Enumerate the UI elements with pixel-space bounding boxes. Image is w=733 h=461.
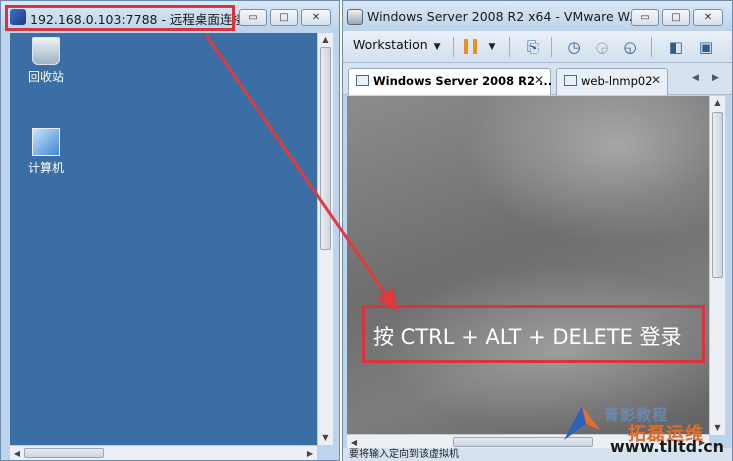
scroll-left-icon[interactable]: ◀: [347, 435, 361, 449]
computer-icon: [32, 128, 60, 156]
vmware-toolbar: Workstation ▼ ▼ ⎘ ◷ ◶ ◵ ◧ ▣: [343, 31, 732, 63]
close-icon: ✕: [311, 11, 321, 23]
recycle-bin-icon: [32, 37, 60, 65]
scroll-down-icon[interactable]: ▼: [710, 421, 725, 435]
watermark-url: www.tlltd.cn: [610, 437, 725, 456]
minimize-button[interactable]: ▭: [631, 9, 659, 26]
workstation-label: Workstation: [353, 37, 428, 52]
sidebar-toggle-icon[interactable]: ◧: [667, 38, 685, 56]
scroll-right-icon[interactable]: ▶: [303, 446, 317, 460]
scroll-thumb[interactable]: [712, 112, 723, 278]
vmware-app-icon: [347, 9, 363, 25]
maximize-button[interactable]: □: [662, 9, 690, 26]
chevron-down-icon: ▼: [433, 42, 441, 52]
remote-desktop-area[interactable]: 回收站 计算机: [10, 33, 317, 445]
remote-vertical-scrollbar[interactable]: ▲ ▼: [317, 33, 333, 445]
send-ctrl-alt-del-icon[interactable]: ⎘: [524, 38, 542, 56]
tab-scroll-right-icon[interactable]: ▶: [712, 73, 719, 83]
scroll-thumb[interactable]: [24, 448, 104, 458]
tab-web-lnmp02[interactable]: web-lnmp02 ✕: [556, 68, 668, 95]
minimize-icon: ▭: [248, 11, 258, 23]
login-prompt-text: 按 CTRL + ALT + DELETE 登录: [373, 325, 682, 349]
desktop-icon-computer[interactable]: 计算机: [16, 128, 76, 176]
vmware-titlebar[interactable]: Windows Server 2008 R2 x64 - VMware W...…: [343, 1, 732, 31]
chevron-down-icon[interactable]: ▼: [483, 38, 501, 56]
close-icon: ✕: [703, 11, 713, 23]
vm-vertical-scrollbar[interactable]: ▲ ▼: [709, 96, 725, 435]
close-button[interactable]: ✕: [693, 9, 723, 26]
fullscreen-icon[interactable]: ▣: [697, 38, 715, 56]
toolbar-divider: [453, 37, 454, 57]
watermark-logo: [564, 406, 600, 440]
vmware-window-controls: ▭ □ ✕: [631, 9, 723, 26]
maximize-icon: □: [671, 11, 681, 23]
title-highlight-box: [5, 5, 235, 31]
snapshot-manager-icon[interactable]: ◵: [621, 38, 639, 56]
vm-tab-icon: [564, 75, 577, 86]
scroll-up-icon[interactable]: ▲: [710, 96, 725, 110]
snapshot-icon[interactable]: ◷: [565, 38, 583, 56]
scroll-up-icon[interactable]: ▲: [318, 33, 333, 47]
close-button[interactable]: ✕: [301, 9, 331, 26]
screen: 192.168.0.103:7788 - 远程桌面连接 ▭ □ ✕ 回收站 计算…: [0, 0, 733, 461]
minimize-icon: ▭: [640, 11, 650, 23]
desktop-icon-label: 回收站: [27, 70, 64, 84]
tab-label: Windows Server 2008 R2 ...: [373, 74, 553, 88]
desktop-icon-label: 计算机: [27, 161, 64, 175]
close-tab-icon[interactable]: ✕: [534, 73, 544, 87]
scroll-down-icon[interactable]: ▼: [318, 431, 333, 445]
maximize-icon: □: [279, 11, 289, 23]
vmware-title: Windows Server 2008 R2 x64 - VMware W...: [367, 9, 641, 24]
vmware-window: Windows Server 2008 R2 x64 - VMware W...…: [342, 0, 733, 461]
remote-horizontal-scrollbar[interactable]: ◀ ▶: [10, 445, 317, 460]
vm-tab-icon: [356, 75, 369, 86]
workstation-menu-button[interactable]: Workstation ▼: [353, 37, 441, 52]
tab-windows-server[interactable]: Windows Server 2008 R2 ... ✕: [348, 68, 553, 95]
maximize-button[interactable]: □: [270, 9, 298, 26]
minimize-button[interactable]: ▭: [239, 9, 267, 26]
desktop-icon-recycle-bin[interactable]: 回收站: [16, 37, 76, 85]
scroll-left-icon[interactable]: ◀: [10, 446, 24, 460]
status-text: 要将输入定向到该虚拟机: [349, 449, 459, 460]
vm-tab-bar: Windows Server 2008 R2 ... ✕ web-lnmp02 …: [343, 63, 732, 95]
vm-console-screen[interactable]: 按 CTRL + ALT + DELETE 登录: [347, 96, 709, 435]
close-tab-icon[interactable]: ✕: [651, 73, 661, 87]
pause-icon[interactable]: [464, 39, 477, 54]
login-prompt-highlight: 按 CTRL + ALT + DELETE 登录: [362, 305, 705, 363]
remote-desktop-window: 192.168.0.103:7788 - 远程桌面连接 ▭ □ ✕ 回收站 计算…: [0, 0, 340, 461]
remote-window-controls: ▭ □ ✕: [239, 9, 331, 26]
toolbar-divider: [651, 37, 652, 57]
revert-snapshot-icon[interactable]: ◶: [593, 38, 611, 56]
tab-label: web-lnmp02: [581, 74, 653, 88]
toolbar-divider: [509, 37, 510, 57]
scroll-thumb[interactable]: [320, 47, 331, 250]
toolbar-divider: [551, 37, 552, 57]
tab-scroll-left-icon[interactable]: ◀: [692, 73, 699, 83]
